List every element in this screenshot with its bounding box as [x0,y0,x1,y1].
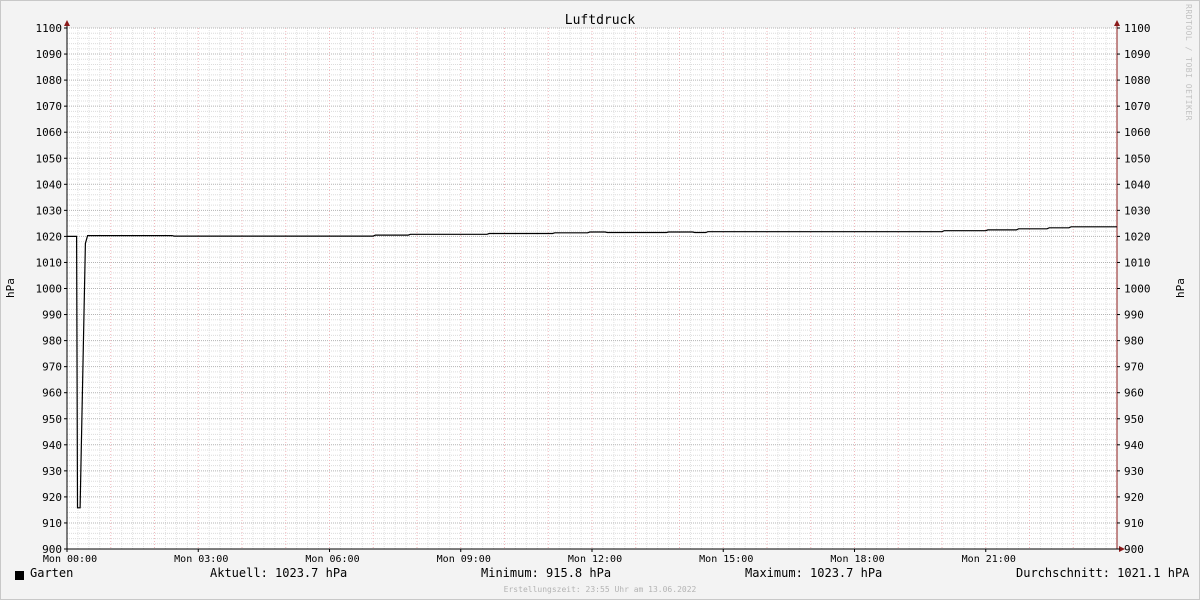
y-tick-label: 960 [42,387,62,400]
legend-series-name: Garten [30,566,74,580]
y-tick-label: 900 [1124,543,1144,556]
y-tick-label: 920 [42,491,62,504]
y-tick-label: 930 [42,465,62,478]
y-tick-label: 1020 [36,230,63,243]
y-tick-label: 920 [1124,491,1144,504]
legend-current: Aktuell: 1023.7 hPa [210,566,348,580]
x-tick-label: Mon 21:00 [962,554,1016,565]
x-tick-label: Mon 00:00 [43,554,97,565]
y-tick-label: 1090 [36,48,63,61]
x-tick-label: Mon 18:00 [830,554,884,565]
y-tick-label: 940 [42,439,62,452]
y-tick-label: 1070 [1124,100,1151,113]
y-tick-label: 1060 [1124,126,1151,139]
y-tick-label: 1010 [1124,256,1151,269]
y-tick-label: 1040 [36,178,63,191]
y-tick-label: 990 [42,309,62,322]
y-tick-label: 1100 [36,22,63,35]
legend-swatch [15,571,24,580]
y-tick-label: 970 [1124,361,1144,374]
y-tick-label: 1050 [36,152,63,165]
y-tick-label: 1040 [1124,178,1151,191]
x-tick-labels: Mon 00:00 Mon 03:00 Mon 06:00 Mon 09:00 Mon … [43,554,1016,565]
y-tick-labels-left: 9009109209309409509609709809901000101010… [36,22,63,556]
y-tick-label: 990 [1124,309,1144,322]
y-tick-label: 1070 [36,100,63,113]
y-tick-label: 940 [1124,439,1144,452]
y-axis-left-arrow [64,20,70,26]
y-axis-label-left: hPa [4,278,17,298]
legend-average: Durchschnitt: 1021.1 hPA [1016,566,1190,580]
y-tick-label: 1080 [36,74,63,87]
y-tick-label: 910 [1124,517,1144,530]
y-tick-labels-right: 900 910 920 930 940 950 960 970 980 990 1000 1010 10… [1124,22,1151,556]
y-tick-label: 910 [42,517,62,530]
x-tick-label: Mon 09:00 [437,554,491,565]
y-tick-label: 1030 [36,204,63,217]
y-tick-label: 1000 [1124,283,1151,296]
x-tick-label: Mon 03:00 [174,554,228,565]
y-tick-label: 1100 [1124,22,1151,35]
y-tick-label: 980 [1124,335,1144,348]
y-tick-label: 1020 [1124,230,1151,243]
y-tick-label: 930 [1124,465,1144,478]
y-axis-right-arrow [1114,20,1120,26]
legend: Garten Aktuell: 1023.7 hPa Minimum: 915.… [0,566,1200,584]
y-tick-label: 1030 [1124,204,1151,217]
y-tick-label: 950 [42,413,62,426]
legend-maximum: Maximum: 1023.7 hPa [745,566,883,580]
rrdtool-watermark: RRDTOOL / TOBI OETIKER [1184,4,1193,121]
legend-minimum: Minimum: 915.8 hPa [481,566,612,580]
pressure-chart: 900 910 920 930 940 950 960 970 980 990 1000 1010 10… [4,13,1187,565]
y-tick-label: 960 [1124,387,1144,400]
y-tick-label: 1010 [36,256,63,269]
y-tick-label: 1090 [1124,48,1151,61]
y-axis-label-right: hPa [1174,278,1187,298]
y-tick-label: 980 [42,335,62,348]
y-tick-label: 1080 [1124,74,1151,87]
chart-title: Luftdruck [565,13,636,28]
y-tick-label: 1000 [36,283,63,296]
y-tick-label: 1060 [36,126,63,139]
creation-time-footer: Erstellungszeit: 23:55 Uhr am 13.06.2022 [503,585,697,594]
x-tick-label: Mon 15:00 [699,554,753,565]
y-tick-label: 1050 [1124,152,1151,165]
y-tick-label: 970 [42,361,62,374]
x-tick-label: Mon 12:00 [568,554,622,565]
x-tick-label: Mon 06:00 [305,554,359,565]
y-tick-label: 950 [1124,413,1144,426]
